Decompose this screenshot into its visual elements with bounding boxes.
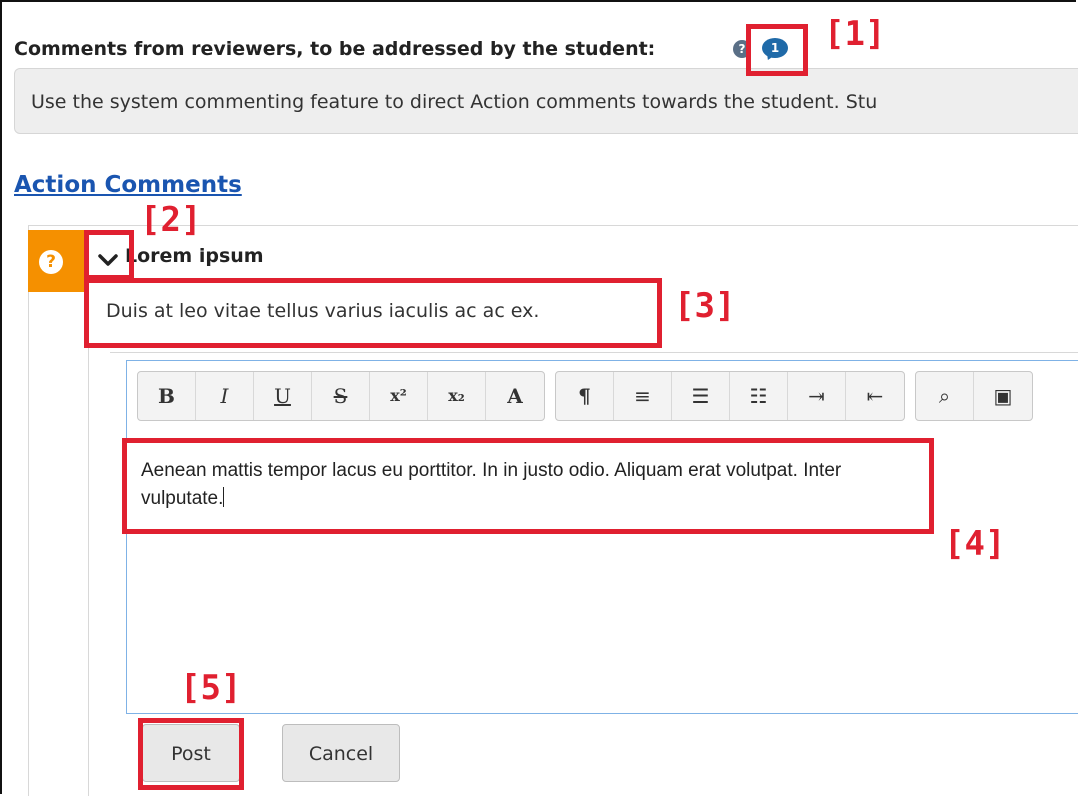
indent-button[interactable]: ⇥ (788, 372, 846, 420)
annotation-box-5 (138, 718, 244, 790)
underline-button[interactable]: U (254, 372, 312, 420)
annotation-label-3: [3] (674, 286, 736, 326)
cancel-button[interactable]: Cancel (282, 724, 400, 782)
superscript-button[interactable]: x² (370, 372, 428, 420)
comment-title: Lorem ipsum (125, 245, 264, 267)
outdent-button[interactable]: ⇤ (846, 372, 904, 420)
image-button[interactable]: ▣ (974, 372, 1032, 420)
annotation-label-1: [1] (824, 14, 886, 54)
bullet-list-button[interactable]: ☰ (672, 372, 730, 420)
question-icon: ? (39, 250, 63, 274)
comment-status-tab: ? (28, 230, 88, 292)
font-button[interactable]: A (486, 372, 544, 420)
card-border (28, 225, 29, 796)
italic-button[interactable]: I (196, 372, 254, 420)
strikethrough-button[interactable]: S (312, 372, 370, 420)
reply-editor[interactable]: B I U Sx² x₂ A ¶ ≡ ☰ ☷ ⇥ ⇤ ⌕ ▣ Aenean mattis tempor… (126, 360, 1078, 714)
insert-group: ⌕ ▣ (915, 371, 1033, 421)
format-group: B I U Sx² x₂ A (137, 371, 545, 421)
paragraph-button[interactable]: ¶ (556, 372, 614, 420)
annotation-box-3 (84, 278, 662, 348)
annotation-label-4: [4] (944, 524, 1006, 564)
find-button[interactable]: ⌕ (916, 372, 974, 420)
comments-heading: Comments from reviewers, to be addressed… (14, 38, 656, 60)
bold-button[interactable]: B (138, 372, 196, 420)
annotation-box-1 (746, 24, 808, 76)
paragraph-group: ¶ ≡ ☰ ☷ ⇥ ⇤ (555, 371, 905, 421)
annotation-label-5: [5] (180, 668, 242, 708)
numbered-list-button[interactable]: ☷ (730, 372, 788, 420)
thread-border (88, 292, 89, 796)
annotation-label-2: [2] (140, 200, 202, 240)
editor-toolbar: B I U Sx² x₂ A ¶ ≡ ☰ ☷ ⇥ ⇤ ⌕ ▣ (137, 371, 1043, 421)
action-comments-link[interactable]: Action Comments (14, 172, 242, 198)
annotation-box-2 (84, 230, 134, 280)
align-left-button[interactable]: ≡ (614, 372, 672, 420)
reply-divider (110, 352, 1078, 353)
annotation-box-4 (122, 438, 934, 534)
info-bar: Use the system commenting feature to dir… (14, 68, 1078, 134)
subscript-button[interactable]: x₂ (428, 372, 486, 420)
